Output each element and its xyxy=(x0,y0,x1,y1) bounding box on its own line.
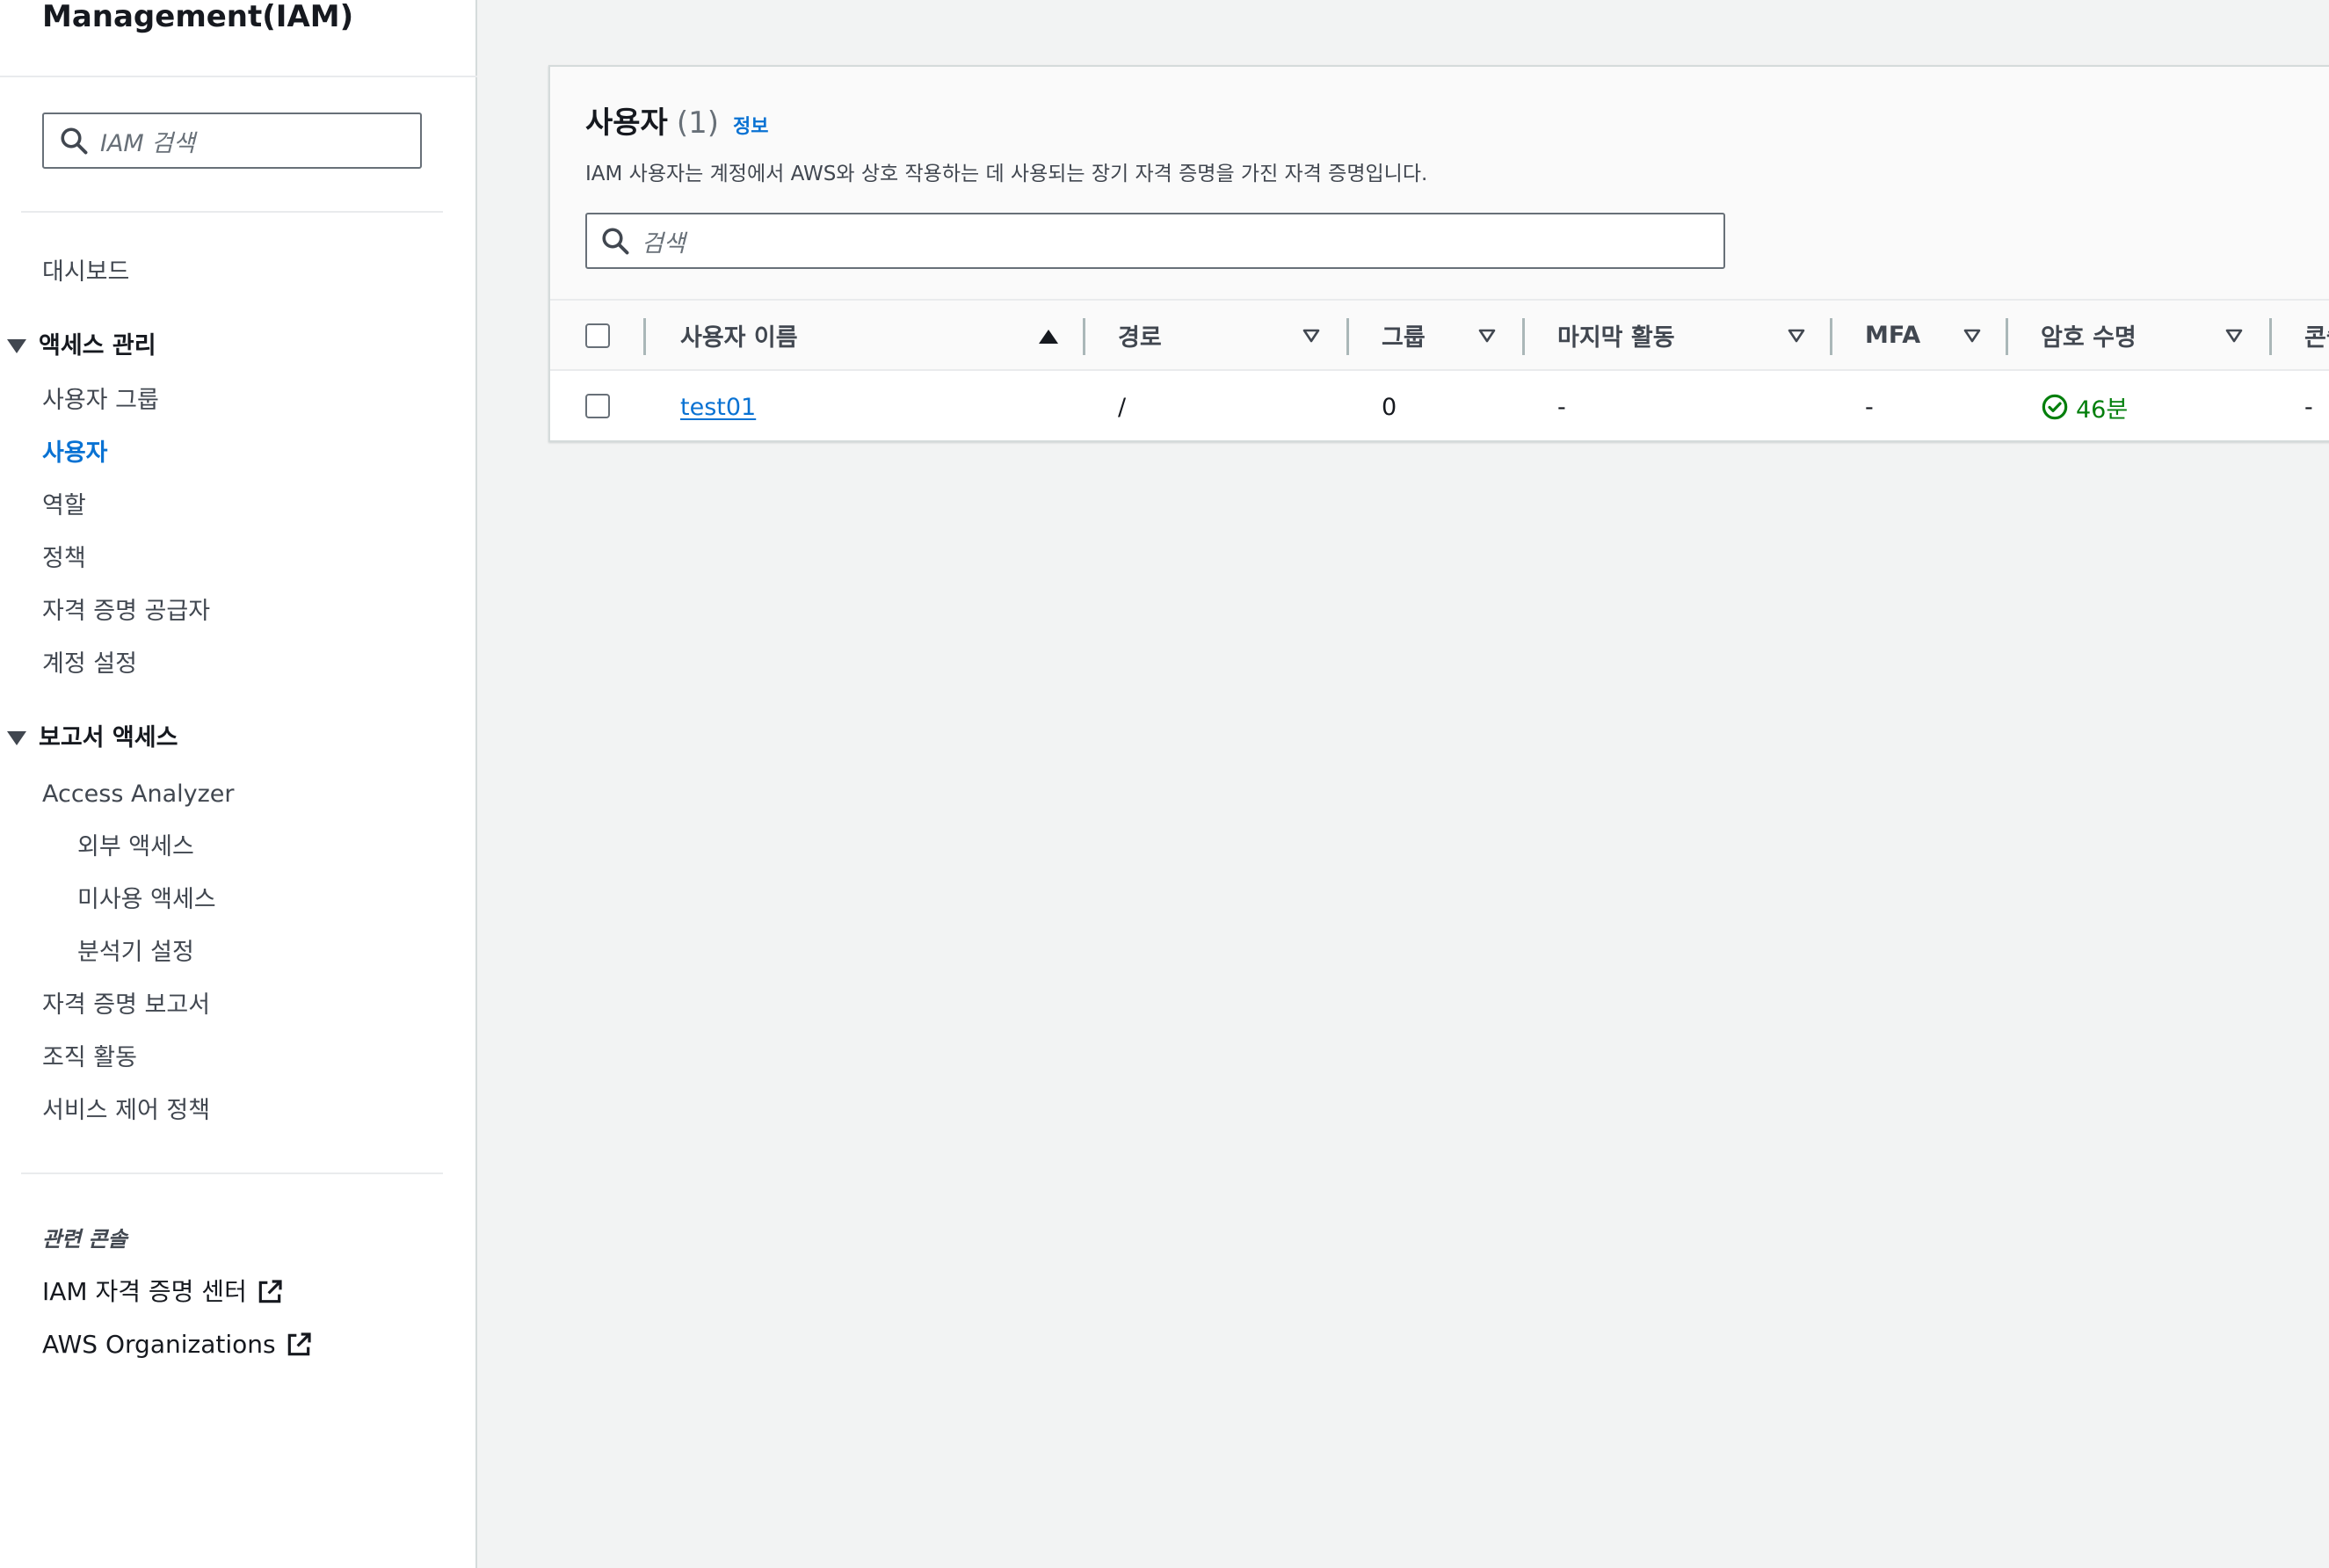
link-label: AWS Organizations xyxy=(42,1330,276,1359)
caret-down-icon xyxy=(7,339,26,353)
link-iam-identity-center[interactable]: IAM 자격 증명 센터 xyxy=(42,1276,284,1308)
divider xyxy=(21,211,443,213)
sidebar-item-organization-activity[interactable]: 조직 활동 xyxy=(42,1042,137,1074)
table-header: 사용자 이름 경로 그룹 마지막 활동 MFA 암호 수명 콘 xyxy=(550,299,2329,371)
external-link-icon xyxy=(287,1332,311,1356)
check-circle-icon xyxy=(2042,394,2068,420)
sort-icon[interactable] xyxy=(1301,325,1322,346)
divider xyxy=(0,76,477,77)
section-heading: 액세스 관리 xyxy=(39,332,156,359)
search-placeholder: 검색 xyxy=(642,229,686,258)
sidebar-item-user-groups[interactable]: 사용자 그룹 xyxy=(42,385,159,417)
cell-path: / xyxy=(1118,393,1127,421)
sidebar: Management(IAM) IAM 검색 대시보드 액세스 관리 사용자 그… xyxy=(0,0,477,1568)
sort-icon[interactable] xyxy=(2224,325,2245,346)
column-separator[interactable] xyxy=(1346,318,1349,355)
sidebar-item-dashboard[interactable]: 대시보드 xyxy=(42,257,129,288)
sort-icon[interactable] xyxy=(1962,325,1983,346)
user-count: (1) xyxy=(676,105,720,141)
cell-username: test01 xyxy=(680,371,756,440)
related-consoles-heading: 관련 콘솔 xyxy=(42,1227,127,1252)
link-label: IAM 자격 증명 센터 xyxy=(42,1277,247,1306)
external-link-icon xyxy=(258,1280,282,1303)
cell-groups: 0 xyxy=(1382,393,1397,421)
column-header-path[interactable]: 경로 xyxy=(1118,301,1162,369)
users-table-panel: 사용자 (1) 정보 IAM 사용자는 계정에서 AWS와 상호 작용하는 데 … xyxy=(548,65,2329,442)
search-icon xyxy=(602,228,629,255)
section-heading: 보고서 액세스 xyxy=(39,724,178,751)
table-search-input[interactable]: 검색 xyxy=(585,213,1725,269)
sidebar-item-identity-providers[interactable]: 자격 증명 공급자 xyxy=(42,596,210,628)
sort-icon[interactable] xyxy=(1476,325,1498,346)
cell-last-activity: - xyxy=(1557,393,1566,421)
caret-down-icon xyxy=(7,731,26,745)
column-separator[interactable] xyxy=(1830,318,1832,355)
cell-password-age: 46분 xyxy=(2041,371,2128,440)
column-separator[interactable] xyxy=(1522,318,1525,355)
column-separator[interactable] xyxy=(1083,318,1085,355)
page-title: 사용자 (1) 정보 xyxy=(585,98,769,142)
sort-icon[interactable] xyxy=(1786,325,1807,346)
sidebar-item-unused-access[interactable]: 미사용 액세스 xyxy=(77,884,216,916)
column-header-mfa[interactable]: MFA xyxy=(1865,301,1920,369)
info-link[interactable]: 정보 xyxy=(733,111,768,139)
sidebar-item-users[interactable]: 사용자 xyxy=(42,438,108,469)
sidebar-item-account-settings[interactable]: 계정 설정 xyxy=(42,649,137,680)
link-aws-organizations[interactable]: AWS Organizations xyxy=(42,1329,313,1361)
title-text: 사용자 xyxy=(585,105,668,141)
username-link[interactable]: test01 xyxy=(680,394,756,421)
column-header-console[interactable]: 콘솔 xyxy=(2304,301,2329,369)
column-separator[interactable] xyxy=(2006,318,2008,355)
column-header-groups[interactable]: 그룹 xyxy=(1382,301,1426,369)
column-header-username[interactable]: 사용자 이름 xyxy=(680,301,798,369)
sidebar-item-credential-report[interactable]: 자격 증명 보고서 xyxy=(42,990,210,1021)
column-separator xyxy=(643,318,646,355)
password-age-value: 46분 xyxy=(2076,396,2129,424)
row-select-checkbox[interactable] xyxy=(585,394,610,418)
panel-header: 사용자 (1) 정보 IAM 사용자는 계정에서 AWS와 상호 작용하는 데 … xyxy=(550,67,2329,299)
search-placeholder: IAM 검색 xyxy=(100,129,195,157)
page-description: IAM 사용자는 계정에서 AWS와 상호 작용하는 데 사용되는 장기 자격 … xyxy=(585,163,1428,185)
select-all-checkbox[interactable] xyxy=(585,323,610,348)
table-row: test01 / 0 - - 46분 - xyxy=(550,371,2329,440)
sidebar-item-access-analyzer[interactable]: Access Analyzer xyxy=(42,779,235,810)
section-access-management[interactable]: 액세스 관리 xyxy=(7,330,156,362)
column-header-password-age[interactable]: 암호 수명 xyxy=(2041,301,2137,369)
column-separator[interactable] xyxy=(2269,318,2272,355)
column-header-last-activity[interactable]: 마지막 활동 xyxy=(1557,301,1675,369)
sidebar-search-input[interactable]: IAM 검색 xyxy=(42,113,422,169)
app-title: Management(IAM) xyxy=(42,0,354,34)
cell-mfa: - xyxy=(1865,393,1874,421)
sidebar-item-external-access[interactable]: 외부 액세스 xyxy=(77,831,194,863)
section-access-reports[interactable]: 보고서 액세스 xyxy=(7,722,178,754)
sidebar-item-policies[interactable]: 정책 xyxy=(42,543,86,575)
divider xyxy=(21,1172,443,1174)
cell-console: - xyxy=(2304,393,2313,421)
status-badge: 46분 xyxy=(2041,390,2128,425)
sidebar-item-roles[interactable]: 역할 xyxy=(42,490,86,522)
search-icon xyxy=(61,127,88,155)
sidebar-item-service-control-policies[interactable]: 서비스 제어 정책 xyxy=(42,1095,210,1127)
sidebar-item-analyzer-settings[interactable]: 분석기 설정 xyxy=(77,937,194,969)
sort-ascending-icon[interactable] xyxy=(1039,330,1058,344)
